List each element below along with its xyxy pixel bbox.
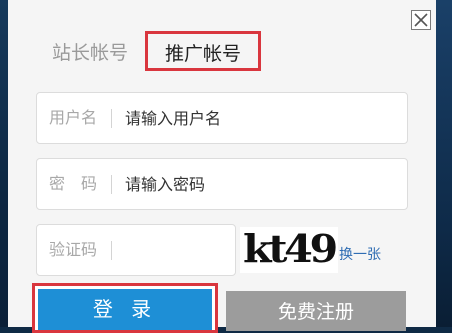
page-backdrop-left [0, 0, 8, 327]
captcha-label: 验证码 [49, 240, 98, 259]
captcha-text: kt49 [243, 227, 337, 271]
field-divider [111, 241, 112, 260]
tab-webmaster-account[interactable]: 站长帐号 [40, 34, 140, 72]
page-backdrop-right [436, 0, 452, 327]
captcha-input[interactable] [125, 225, 225, 275]
captcha-field: 验证码 [36, 224, 236, 276]
field-divider [111, 175, 112, 194]
login-button[interactable]: 登 录 [32, 283, 218, 333]
close-icon [414, 13, 428, 27]
password-field: 密 码 [36, 158, 408, 210]
register-button[interactable]: 免费注册 [226, 291, 406, 331]
login-dialog: 站长帐号 推广帐号 用户名 密 码 验证码 kt49 换一张 登 录 免费注册 [8, 0, 436, 333]
captcha-image[interactable]: kt49 [240, 226, 340, 273]
username-field: 用户名 [36, 92, 408, 144]
password-input[interactable] [125, 159, 395, 209]
login-button-label: 登 录 [38, 289, 212, 330]
username-input[interactable] [125, 93, 395, 143]
close-button[interactable] [411, 10, 431, 30]
field-divider [111, 109, 112, 128]
username-label: 用户名 [49, 108, 98, 127]
refresh-captcha-link[interactable]: 换一张 [339, 244, 381, 264]
tab-promotion-account[interactable]: 推广帐号 [145, 31, 261, 71]
password-label: 密 码 [49, 174, 98, 193]
